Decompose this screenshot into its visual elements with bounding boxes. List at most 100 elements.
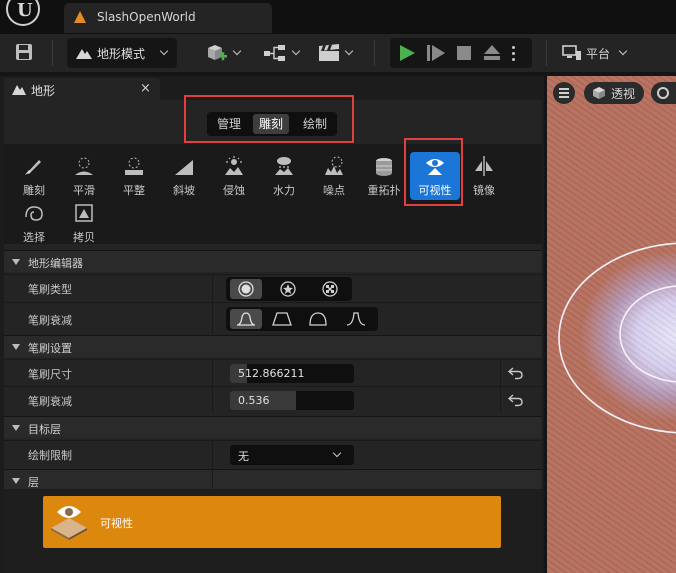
section-title: 地形编辑器 (28, 257, 83, 270)
expand-arrow-icon (12, 425, 20, 431)
brush-type-alpha-button[interactable] (272, 279, 304, 299)
close-icon[interactable]: × (140, 81, 151, 96)
expand-arrow-icon (12, 259, 20, 265)
brush-type-label: 笔刷类型 (28, 283, 72, 296)
chevron-down-icon (232, 46, 242, 56)
brush-size-field[interactable]: 512.866211 (230, 364, 354, 383)
section-target-layer[interactable]: 目标层 (4, 416, 542, 438)
sculpt-icon (25, 160, 41, 175)
chevron-down-icon (332, 448, 342, 458)
save-button[interactable] (12, 42, 36, 64)
more-options-icon[interactable] (512, 46, 516, 62)
tool-sculpt[interactable]: 雕刻 (9, 152, 59, 200)
brush-size-label: 笔刷尺寸 (28, 368, 72, 381)
hydro-erosion-icon (275, 157, 293, 175)
tool-label: 平滑 (73, 184, 95, 197)
section-brush-settings[interactable]: 笔刷设置 (4, 335, 542, 357)
tool-erosion[interactable]: 侵蚀 (209, 152, 259, 200)
brush-falloff-field[interactable]: 0.536 (230, 391, 354, 410)
falloff-type-selector (226, 307, 378, 331)
tool-label: 噪点 (323, 184, 345, 197)
stop-icon[interactable] (457, 46, 471, 60)
highlight-box-mode-tabs (184, 95, 354, 143)
perspective-cube-icon (593, 87, 605, 99)
cinematics-button[interactable] (318, 42, 358, 64)
row-paint-restriction: 绘制限制 无 (4, 440, 542, 467)
brush-falloff-label: 笔刷衰减 (28, 395, 72, 408)
flatten-icon (125, 157, 143, 175)
tool-noise[interactable]: 噪点 (309, 152, 359, 200)
row-brush-falloff-type: 笔刷衰减 (4, 302, 542, 334)
landscape-mode-icon (76, 49, 92, 59)
brush-type-pattern-button[interactable] (314, 279, 346, 299)
tool-retopologize[interactable]: 重拓扑 (359, 152, 409, 200)
brush-falloff-type-label: 笔刷衰减 (28, 314, 72, 327)
platform-button[interactable]: 平台 (560, 42, 632, 64)
tool-hydro-erosion[interactable]: 水力 (259, 152, 309, 200)
brush-size-value: 512.866211 (238, 367, 305, 380)
level-viewport[interactable]: 透视 (547, 76, 676, 573)
toolbar-separator (374, 40, 375, 66)
tool-label: 水力 (273, 184, 295, 197)
brush-type-circle-button[interactable] (230, 279, 262, 299)
erosion-icon (225, 156, 243, 175)
platform-icon (562, 45, 581, 60)
falloff-spherical-button[interactable] (302, 309, 334, 329)
spherical-falloff-icon (309, 312, 327, 326)
column-divider (212, 470, 213, 491)
play-icon[interactable] (399, 45, 415, 61)
project-name: SlashOpenWorld (97, 10, 196, 24)
brush-type-selector (226, 277, 352, 301)
row-brush-size: 笔刷尺寸 512.866211 (4, 359, 542, 386)
mode-dropdown[interactable]: 地形模式 (67, 38, 177, 68)
tool-label: 侵蚀 (223, 184, 245, 197)
section-landscape-editor[interactable]: 地形编辑器 (4, 250, 542, 272)
falloff-linear-button[interactable] (266, 309, 298, 329)
visibility-layer-thumbnail-icon (51, 506, 87, 540)
blueprint-button[interactable] (263, 42, 305, 64)
reset-to-default-icon[interactable] (508, 393, 524, 407)
mode-dropdown-label: 地形模式 (97, 47, 146, 61)
tool-smooth[interactable]: 平滑 (59, 152, 109, 200)
chevron-down-icon (291, 46, 301, 56)
column-divider (212, 360, 213, 386)
main-toolbar: 地形模式 平台 (0, 34, 676, 72)
falloff-tip-button[interactable] (340, 309, 372, 329)
blueprint-icon (264, 45, 285, 61)
landscape-icon (12, 85, 26, 95)
tool-label: 雕刻 (23, 184, 45, 197)
tool-label: 镜像 (473, 184, 495, 197)
layer-item-visibility[interactable]: 可视性 (43, 496, 501, 548)
level-icon (74, 11, 86, 23)
perspective-button[interactable]: 透视 (584, 82, 644, 104)
lit-mode-button[interactable] (651, 82, 676, 104)
section-title: 层 (28, 476, 39, 489)
step-forward-icon[interactable] (427, 45, 445, 61)
reset-to-default-icon[interactable] (508, 366, 524, 380)
viewport-menu-button[interactable] (553, 82, 575, 104)
circle-brush-icon (238, 281, 254, 297)
smooth-falloff-icon (236, 312, 256, 326)
linear-falloff-icon (272, 312, 292, 326)
unreal-logo-icon[interactable]: U (6, 0, 40, 26)
row-brush-type: 笔刷类型 (4, 274, 542, 302)
tool-copy[interactable]: 拷贝 (59, 199, 109, 247)
retopologize-icon (376, 158, 392, 176)
panel-tab-landscape[interactable]: 地形 × (4, 78, 160, 100)
copy-icon (75, 204, 93, 222)
project-tab[interactable]: SlashOpenWorld (64, 3, 272, 33)
ramp-icon (175, 160, 193, 175)
add-actor-button[interactable] (206, 42, 246, 64)
tool-label: 斜坡 (173, 184, 195, 197)
eject-icon[interactable] (484, 45, 500, 60)
tool-label: 选择 (23, 231, 45, 244)
section-layers[interactable]: 层 (4, 469, 542, 491)
tool-flatten[interactable]: 平整 (109, 152, 159, 200)
tool-select[interactable]: 选择 (9, 199, 59, 247)
tool-mirror[interactable]: 镜像 (459, 152, 509, 200)
paint-restriction-dropdown[interactable]: 无 (230, 445, 354, 465)
tool-ramp[interactable]: 斜坡 (159, 152, 209, 200)
falloff-smooth-button[interactable] (230, 309, 262, 329)
column-divider (212, 441, 213, 467)
paint-restriction-label: 绘制限制 (28, 449, 72, 462)
